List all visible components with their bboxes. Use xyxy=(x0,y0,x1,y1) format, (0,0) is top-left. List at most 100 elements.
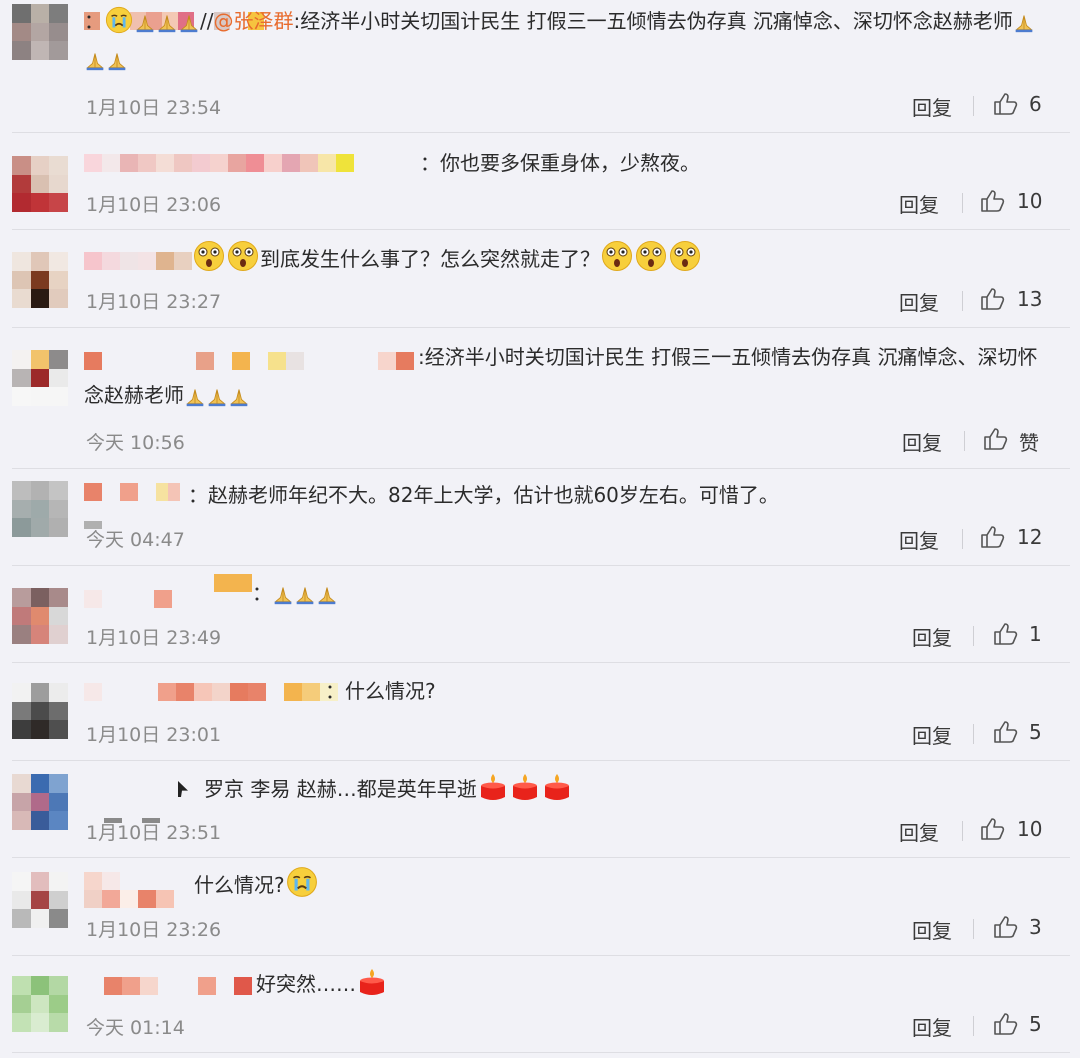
reply-button[interactable]: 回复 xyxy=(899,189,939,218)
reply-button[interactable]: 回复 xyxy=(899,287,939,316)
comment-text: 什么情况? xyxy=(194,866,1050,904)
reply-button[interactable]: 回复 xyxy=(912,915,952,944)
thumbs-up-icon[interactable] xyxy=(993,1012,1019,1036)
comment-time: 1月10日 23:54 xyxy=(86,97,222,119)
comment-divider xyxy=(12,229,1070,230)
comment-text: :经济半小时关切国计民生 打假三一五倾情去伪存真 沉痛悼念、深切怀念赵赫老师 xyxy=(84,338,1050,414)
reply-button[interactable]: 回复 xyxy=(912,720,952,749)
username-pixelated[interactable] xyxy=(84,148,354,178)
action-divider xyxy=(962,529,963,549)
comment-divider xyxy=(12,468,1070,469)
username-pixelated[interactable] xyxy=(84,584,172,614)
thumbs-up-icon[interactable] xyxy=(980,525,1006,549)
action-divider xyxy=(973,724,974,744)
candle-icon xyxy=(510,772,540,802)
comment-divider xyxy=(12,132,1070,133)
avatar[interactable] xyxy=(12,156,68,212)
avatar[interactable] xyxy=(12,976,68,1032)
praying-hands-icon xyxy=(185,386,205,408)
comment-body: ：赵赫老师年纪不大。82年上大学，估计也就60岁左右。可惜了。 xyxy=(188,483,779,507)
thumbs-up-icon[interactable] xyxy=(980,189,1006,213)
thumbs-up-icon[interactable] xyxy=(993,92,1019,116)
thumbs-up-icon[interactable] xyxy=(993,915,1019,939)
avatar[interactable] xyxy=(12,350,68,406)
avatar[interactable] xyxy=(12,252,68,308)
action-divider xyxy=(962,291,963,311)
like-count[interactable]: 5 xyxy=(1029,720,1042,744)
username-pixelated[interactable] xyxy=(84,677,338,707)
like-count[interactable]: 3 xyxy=(1029,915,1042,939)
action-divider xyxy=(973,1016,974,1036)
comment-body: :经济半小时关切国计民生 打假三一五倾情去伪存真 沉痛悼念、深切怀念赵赫老师 xyxy=(84,345,1038,407)
praying-hands-icon xyxy=(179,12,199,34)
comment-text: 到底发生什么事了？怎么突然就走了？ xyxy=(192,240,1050,278)
thumbs-up-icon[interactable] xyxy=(980,287,1006,311)
like-count[interactable]: 赞 xyxy=(1019,427,1039,456)
avatar[interactable] xyxy=(12,588,68,644)
reply-button[interactable]: 回复 xyxy=(912,92,952,121)
like-count[interactable]: 1 xyxy=(1029,622,1042,646)
thumbs-up-icon[interactable] xyxy=(980,817,1006,841)
comment-time: 1月10日 23:27 xyxy=(86,291,222,313)
avatar[interactable] xyxy=(12,774,68,830)
username-pixelated[interactable] xyxy=(178,774,188,804)
thumbs-up-icon[interactable] xyxy=(993,720,1019,744)
reply-button[interactable]: 回复 xyxy=(899,525,939,554)
avatar[interactable] xyxy=(12,4,68,60)
thumbs-up-icon[interactable] xyxy=(993,622,1019,646)
comment-divider xyxy=(12,857,1070,858)
comment-text: ： xyxy=(252,574,1050,612)
candle-icon xyxy=(357,967,387,997)
praying-hands-icon xyxy=(295,584,315,606)
comment-time: 今天 04:47 xyxy=(86,529,185,551)
comment-body: 到底发生什么事了？怎么突然就走了？ xyxy=(260,247,600,271)
comment-divider xyxy=(12,955,1070,956)
reply-button[interactable]: 回复 xyxy=(912,622,952,651)
candle-icon xyxy=(542,772,572,802)
crying-face-icon xyxy=(105,6,133,34)
reply-button[interactable]: 回复 xyxy=(899,817,939,846)
comment-divider xyxy=(12,327,1070,328)
comment-text: 好突然…… xyxy=(256,965,1050,1003)
comment-time: 1月10日 23:06 xyxy=(86,194,222,216)
praying-hands-icon xyxy=(107,50,127,72)
reply-button[interactable]: 回复 xyxy=(902,427,942,456)
comment-body: 好突然…… xyxy=(256,972,356,996)
avatar[interactable] xyxy=(12,481,68,537)
comment-body: :经济半小时关切国计民生 打假三一五倾情去伪存真 沉痛悼念、深切怀念赵赫老师 xyxy=(293,9,1013,33)
avatar[interactable] xyxy=(12,683,68,739)
shocked-face-icon xyxy=(193,240,225,272)
comment-time: 今天 01:14 xyxy=(86,1017,185,1039)
like-count[interactable]: 12 xyxy=(1017,525,1042,549)
username-pixelated[interactable] xyxy=(84,246,192,276)
reply-button[interactable]: 回复 xyxy=(912,1012,952,1041)
like-count[interactable]: 10 xyxy=(1017,189,1042,213)
shocked-face-icon xyxy=(227,240,259,272)
comment-divider xyxy=(12,565,1070,566)
praying-hands-icon xyxy=(273,584,293,606)
comment-time: 1月10日 23:51 xyxy=(86,822,222,844)
username-pixelated[interactable] xyxy=(84,884,174,914)
username-pixelated[interactable] xyxy=(84,477,180,507)
user-mention[interactable]: @张泽群 xyxy=(213,9,293,33)
comment-divider xyxy=(12,1052,1070,1053)
like-count[interactable]: 5 xyxy=(1029,1012,1042,1036)
praying-hands-icon xyxy=(135,12,155,34)
action-divider xyxy=(973,626,974,646)
like-count[interactable]: 10 xyxy=(1017,817,1042,841)
comment-time: 1月10日 23:01 xyxy=(86,724,222,746)
comment-text: ：赵赫老师年纪不大。82年上大学，估计也就60岁左右。可惜了。 xyxy=(188,476,1050,514)
username-pixelated[interactable] xyxy=(214,568,252,598)
comment-text: ：你也要多保重身体，少熬夜。 xyxy=(420,144,1050,182)
thumbs-up-icon[interactable] xyxy=(983,427,1009,451)
username-pixelated[interactable] xyxy=(104,971,252,1001)
like-count[interactable]: 13 xyxy=(1017,287,1042,311)
action-divider xyxy=(962,193,963,213)
like-count[interactable]: 6 xyxy=(1029,92,1042,116)
comment-body: ：什么情况? xyxy=(325,679,436,703)
shocked-face-icon xyxy=(635,240,667,272)
praying-hands-icon xyxy=(229,386,249,408)
avatar[interactable] xyxy=(12,872,68,928)
action-divider xyxy=(962,821,963,841)
comment-divider xyxy=(12,662,1070,663)
